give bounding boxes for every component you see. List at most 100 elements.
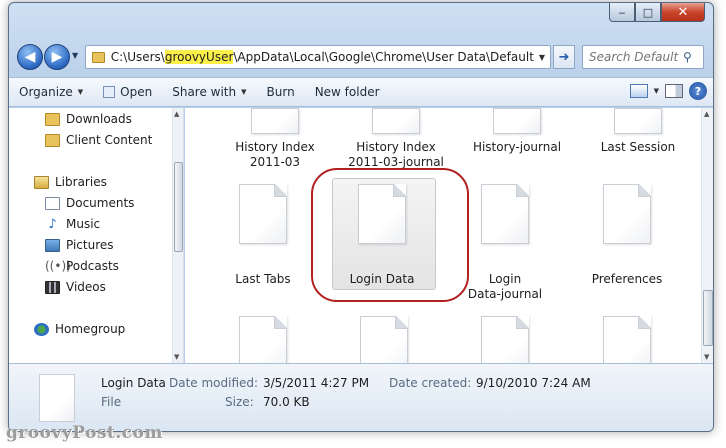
nav-item-label: Homegroup <box>55 322 126 336</box>
navigation-pane: Downloads Client Content Libraries Docum… <box>9 108 184 363</box>
watermark: groovyPost.com <box>6 423 163 443</box>
organize-label: Organize <box>19 85 73 99</box>
file-icon <box>603 184 651 244</box>
file-icon <box>372 108 420 134</box>
file-last-session[interactable]: Last Session <box>578 108 698 155</box>
file-icon <box>614 108 662 134</box>
file-icon <box>251 108 299 134</box>
nav-item-label: Videos <box>66 280 106 294</box>
file-icon <box>481 184 529 244</box>
file-partial[interactable] <box>324 316 444 363</box>
file-name: Login Data <box>349 272 415 286</box>
file-list-scrollbar[interactable]: ▲ ▼ <box>701 108 713 363</box>
nav-item-downloads[interactable]: Downloads <box>45 112 132 126</box>
open-label: Open <box>120 85 153 99</box>
details-size-label: Size: <box>225 395 254 409</box>
scrollbar-thumb[interactable] <box>174 162 183 252</box>
details-date-created: 9/10/2010 7:24 AM <box>476 376 591 390</box>
address-username-highlight: groovyUser <box>164 50 234 64</box>
search-input[interactable] <box>589 50 681 64</box>
new-folder-button[interactable]: New folder <box>305 78 390 106</box>
file-icon <box>493 108 541 134</box>
file-last-tabs[interactable]: Last Tabs <box>203 184 323 287</box>
documents-icon <box>45 196 60 210</box>
details-date-modified: 3/5/2011 4:27 PM <box>263 376 370 390</box>
nav-item-homegroup[interactable]: Homegroup <box>34 322 125 336</box>
back-button[interactable]: ◀ <box>17 44 43 70</box>
nav-item-podcasts[interactable]: ((•)) Podcasts <box>45 259 119 273</box>
file-icon <box>239 316 287 363</box>
nav-item-music[interactable]: ♪ Music <box>45 217 100 231</box>
command-bar: Organize ▼ Open Share with ▼ Burn New fold… <box>9 77 713 107</box>
scrollbar-thumb[interactable] <box>703 290 713 346</box>
file-name: History Index 2011-03-journal <box>348 140 444 169</box>
file-icon <box>360 316 408 363</box>
nav-item-label: Music <box>66 217 101 231</box>
preview-pane-icon[interactable] <box>665 84 683 98</box>
chevron-down-icon: ▼ <box>241 88 247 96</box>
address-dropdown-icon[interactable]: ▼ <box>534 53 550 62</box>
details-file-name: Login Data <box>101 376 166 390</box>
folder-icon <box>92 51 105 63</box>
share-with-button[interactable]: Share with ▼ <box>162 78 256 106</box>
file-name: Preferences <box>591 272 663 286</box>
file-login-data-journal[interactable]: Login Data-journal <box>445 184 565 302</box>
file-partial[interactable] <box>567 316 687 363</box>
podcasts-icon: ((•)) <box>45 258 71 273</box>
nav-item-label: Podcasts <box>66 259 119 273</box>
nav-item-label: Libraries <box>55 175 107 189</box>
file-name: History Index 2011-03 <box>235 140 315 169</box>
forward-button[interactable]: ▶ <box>44 44 70 70</box>
file-partial[interactable] <box>445 316 565 363</box>
file-icon <box>39 374 75 422</box>
details-size: 70.0 KB <box>263 395 310 409</box>
address-path[interactable]: C:\Users\groovyUser\AppData\Local\Google… <box>111 50 534 64</box>
burn-button[interactable]: Burn <box>257 78 305 106</box>
nav-item-client-content[interactable]: Client Content <box>45 133 152 147</box>
file-name: Last Session <box>600 140 676 154</box>
change-view-icon[interactable] <box>629 84 648 98</box>
address-bar[interactable]: C:\Users\groovyUser\AppData\Local\Google… <box>85 45 551 69</box>
open-button[interactable]: Open <box>93 78 162 106</box>
nav-pane-scrollbar[interactable]: ▲ ▼ <box>172 108 183 363</box>
details-file-type: File <box>101 395 122 409</box>
scroll-down-icon[interactable]: ▼ <box>174 353 179 361</box>
search-box[interactable]: ⚲ <box>582 45 704 69</box>
nav-item-label: Documents <box>66 196 135 210</box>
file-history-index-journal[interactable]: History Index 2011-03-journal <box>336 108 456 170</box>
help-icon[interactable]: ? <box>689 82 707 100</box>
nav-item-pictures[interactable]: Pictures <box>45 238 114 252</box>
address-prefix: C:\Users\ <box>110 50 165 64</box>
go-button[interactable]: ➜ <box>553 45 575 69</box>
file-history-index[interactable]: History Index 2011-03 <box>215 108 335 170</box>
folder-icon <box>45 112 60 126</box>
scroll-up-icon[interactable]: ▲ <box>174 110 179 118</box>
nav-item-label: Client Content <box>66 133 153 147</box>
file-icon <box>239 184 287 244</box>
minimize-button[interactable]: ‒ <box>609 3 635 22</box>
open-icon <box>103 86 116 98</box>
scroll-down-icon[interactable]: ▼ <box>704 353 709 361</box>
folder-icon <box>45 133 60 147</box>
recent-pages-dropdown[interactable]: ▼ <box>72 51 78 60</box>
nav-item-videos[interactable]: Videos <box>45 280 106 294</box>
close-button[interactable]: ✕ <box>661 3 705 22</box>
file-name: History-journal <box>472 140 562 154</box>
details-date-created-label: Date created: <box>389 376 472 390</box>
file-partial[interactable] <box>203 316 323 363</box>
chevron-down-icon[interactable]: ▼ <box>654 87 659 95</box>
file-icon <box>481 316 529 363</box>
nav-item-libraries[interactable]: Libraries <box>34 175 107 189</box>
file-history-journal[interactable]: History-journal <box>457 108 577 155</box>
magnifier-icon[interactable]: ⚲ <box>683 50 692 64</box>
organize-button[interactable]: Organize ▼ <box>9 78 93 106</box>
details-date-modified-label: Date modified: <box>169 376 259 390</box>
file-preferences[interactable]: Preferences <box>567 184 687 287</box>
scroll-up-icon[interactable]: ▲ <box>704 110 709 118</box>
view-controls: ▼ ? <box>629 82 707 100</box>
file-icon <box>603 316 651 363</box>
maximize-button[interactable]: □ <box>635 3 661 22</box>
nav-item-label: Pictures <box>66 238 114 252</box>
nav-item-documents[interactable]: Documents <box>45 196 134 210</box>
file-login-data[interactable]: Login Data <box>322 178 442 290</box>
